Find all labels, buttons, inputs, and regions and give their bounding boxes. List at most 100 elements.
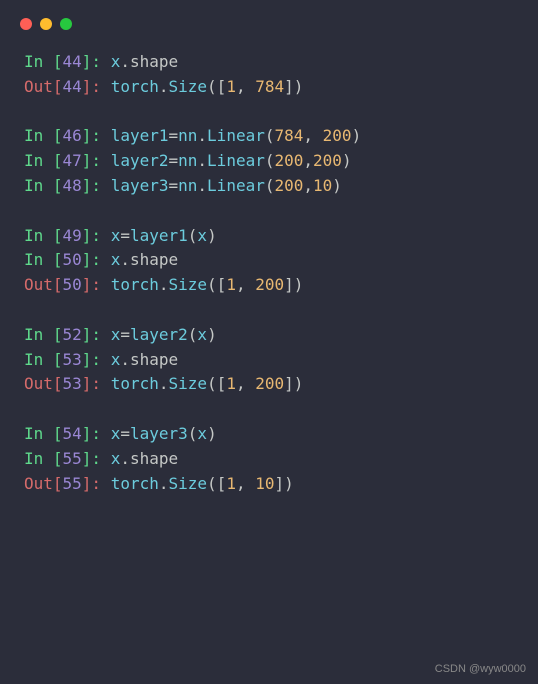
prompt-suffix: ]:	[82, 126, 111, 145]
token-dot: .	[197, 151, 207, 170]
in-prompt-label: In [	[24, 449, 63, 468]
prompt-suffix: ]:	[82, 325, 111, 344]
prompt-suffix: ]:	[82, 474, 111, 493]
output-line: Out[50]: torch.Size([1, 200])	[24, 273, 514, 298]
token-eq: =	[120, 226, 130, 245]
prompt-number: 53	[63, 374, 82, 393]
prompt-suffix: ]:	[82, 350, 111, 369]
prompt-number: 50	[63, 275, 82, 294]
token-num: 784	[274, 126, 303, 145]
token-dot: .	[159, 77, 169, 96]
prompt-number: 44	[63, 52, 82, 71]
token-eq: =	[169, 151, 179, 170]
token-paren: )	[332, 176, 342, 195]
output-line: Out[55]: torch.Size([1, 10])	[24, 472, 514, 497]
prompt-suffix: ]:	[82, 449, 111, 468]
prompt-number: 48	[63, 176, 82, 195]
minimize-icon[interactable]	[40, 18, 52, 30]
prompt-number: 46	[63, 126, 82, 145]
token-var: torch	[111, 77, 159, 96]
output-line: Out[53]: torch.Size([1, 200])	[24, 372, 514, 397]
token-func: Size	[169, 275, 208, 294]
token-dot: .	[120, 52, 130, 71]
token-num: 200	[255, 275, 284, 294]
blank-line	[24, 199, 514, 224]
token-attr: shape	[130, 250, 178, 269]
token-dot: .	[120, 250, 130, 269]
token-var: layer2	[111, 151, 169, 170]
token-paren: ([	[207, 77, 226, 96]
token-num: 200	[274, 176, 303, 195]
prompt-number: 55	[63, 474, 82, 493]
prompt-number: 44	[63, 77, 82, 96]
token-var: x	[111, 449, 121, 468]
input-line: In [55]: x.shape	[24, 447, 514, 472]
prompt-suffix: ]:	[82, 250, 111, 269]
in-prompt-label: In [	[24, 52, 63, 71]
prompt-suffix: ]:	[82, 424, 111, 443]
token-dot: .	[159, 275, 169, 294]
input-line: In [54]: x=layer3(x)	[24, 422, 514, 447]
in-prompt-label: In [	[24, 226, 63, 245]
input-line: In [46]: layer1=nn.Linear(784, 200)	[24, 124, 514, 149]
token-func: Linear	[207, 151, 265, 170]
token-dot: .	[120, 449, 130, 468]
token-paren: ])	[274, 474, 293, 493]
token-func: Size	[169, 77, 208, 96]
prompt-suffix: ]:	[82, 77, 111, 96]
out-prompt-label: Out[	[24, 77, 63, 96]
token-paren: ([	[207, 474, 226, 493]
token-comma: ,	[236, 275, 255, 294]
token-var: layer2	[130, 325, 188, 344]
code-area: In [44]: x.shapeOut[44]: torch.Size([1, …	[0, 42, 538, 504]
prompt-suffix: ]:	[82, 151, 111, 170]
token-eq: =	[169, 126, 179, 145]
token-var: nn	[178, 151, 197, 170]
input-line: In [47]: layer2=nn.Linear(200,200)	[24, 149, 514, 174]
token-paren: ])	[284, 275, 303, 294]
out-prompt-label: Out[	[24, 474, 63, 493]
token-var: x	[111, 226, 121, 245]
token-paren: ])	[284, 77, 303, 96]
token-paren: ])	[284, 374, 303, 393]
token-var: x	[111, 424, 121, 443]
token-num: 1	[226, 77, 236, 96]
input-line: In [48]: layer3=nn.Linear(200,10)	[24, 174, 514, 199]
token-var: x	[197, 325, 207, 344]
token-dot: .	[159, 374, 169, 393]
prompt-suffix: ]:	[82, 52, 111, 71]
input-line: In [53]: x.shape	[24, 348, 514, 373]
in-prompt-label: In [	[24, 325, 63, 344]
token-var: layer3	[130, 424, 188, 443]
token-paren: ([	[207, 275, 226, 294]
blank-line	[24, 100, 514, 125]
token-var: torch	[111, 474, 159, 493]
prompt-number: 52	[63, 325, 82, 344]
prompt-number: 47	[63, 151, 82, 170]
token-dot: .	[159, 474, 169, 493]
token-comma: ,	[303, 176, 313, 195]
token-var: x	[197, 424, 207, 443]
token-var: torch	[111, 275, 159, 294]
token-func: Linear	[207, 126, 265, 145]
token-var: nn	[178, 176, 197, 195]
token-comma: ,	[236, 77, 255, 96]
blank-line	[24, 298, 514, 323]
token-paren: )	[207, 226, 217, 245]
token-num: 200	[274, 151, 303, 170]
token-eq: =	[169, 176, 179, 195]
token-func: Linear	[207, 176, 265, 195]
prompt-number: 49	[63, 226, 82, 245]
input-line: In [50]: x.shape	[24, 248, 514, 273]
token-attr: shape	[130, 52, 178, 71]
token-dot: .	[120, 350, 130, 369]
close-icon[interactable]	[20, 18, 32, 30]
token-attr: shape	[130, 449, 178, 468]
prompt-number: 53	[63, 350, 82, 369]
prompt-suffix: ]:	[82, 275, 111, 294]
blank-line	[24, 397, 514, 422]
prompt-number: 50	[63, 250, 82, 269]
maximize-icon[interactable]	[60, 18, 72, 30]
token-var: layer3	[111, 176, 169, 195]
token-num: 1	[226, 474, 236, 493]
